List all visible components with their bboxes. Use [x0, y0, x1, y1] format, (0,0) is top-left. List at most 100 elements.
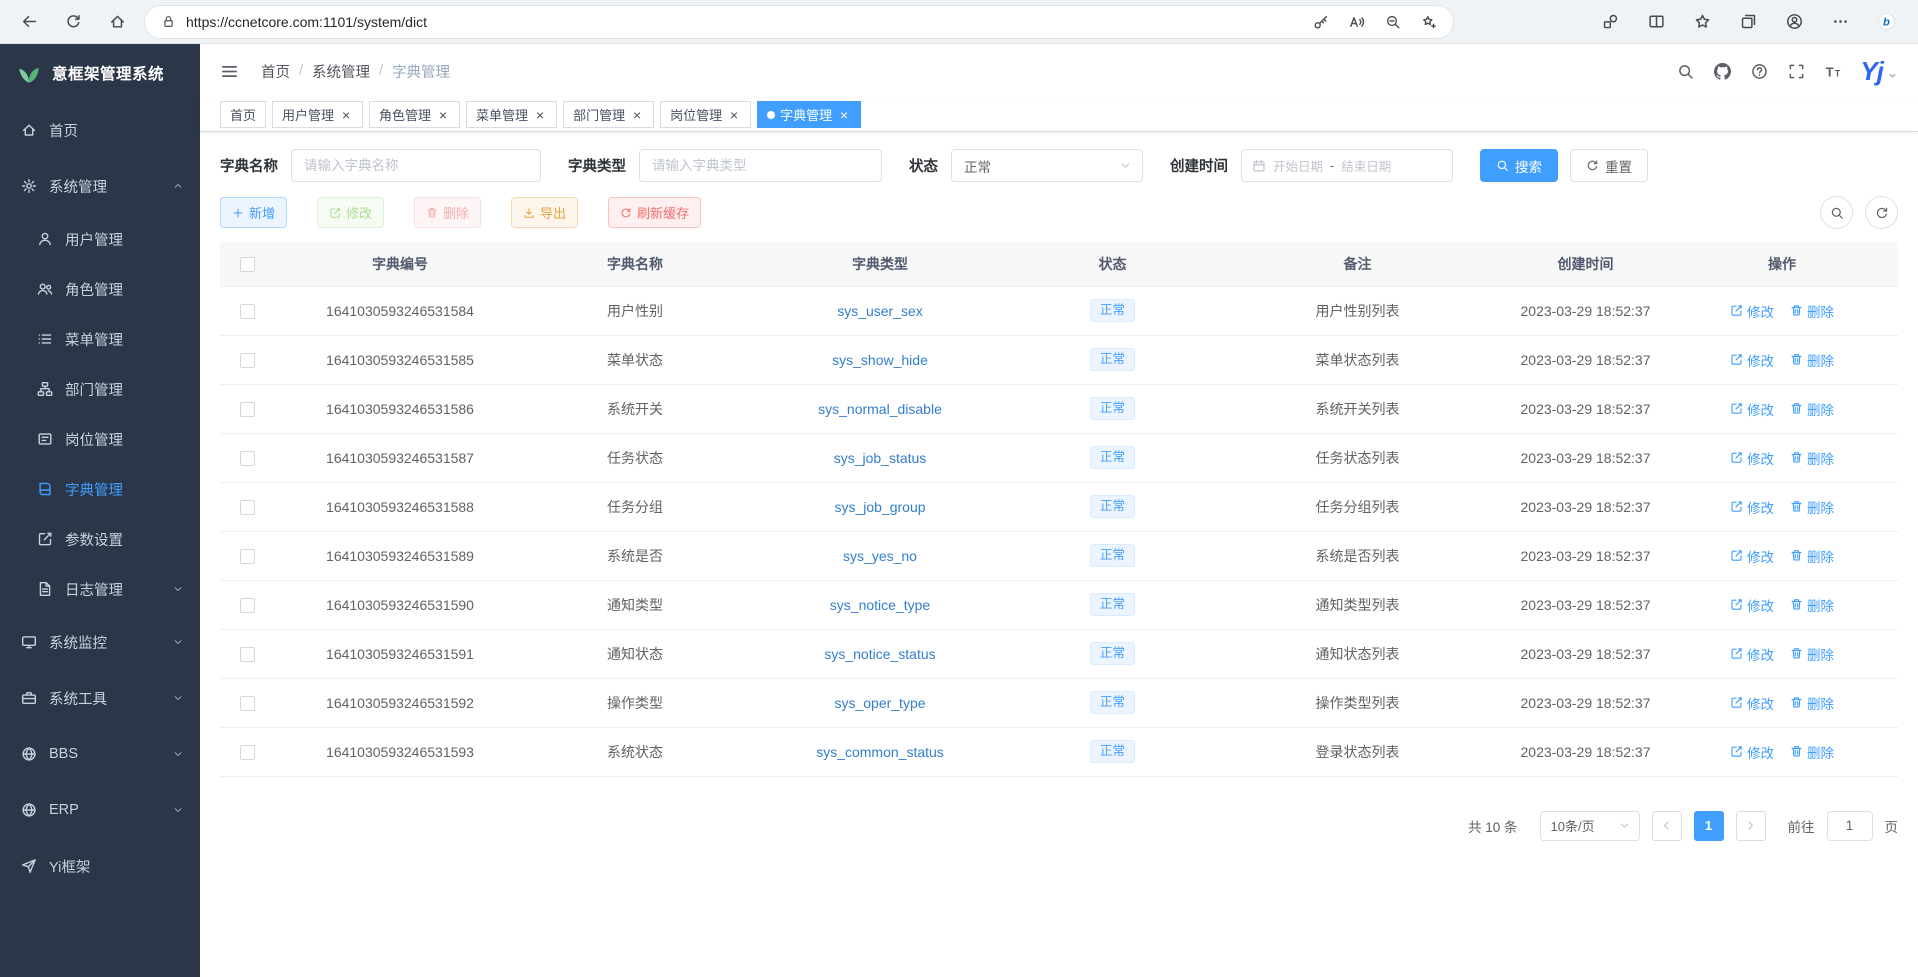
tab-菜单管理[interactable]: 菜单管理×	[466, 101, 557, 128]
row-delete-link[interactable]: 删除	[1790, 595, 1834, 615]
page-size-select[interactable]: 10条/页	[1540, 811, 1640, 841]
reload-button[interactable]	[54, 4, 92, 40]
sidebar-item-post[interactable]: 岗位管理	[0, 414, 200, 464]
goto-page-input[interactable]	[1827, 811, 1873, 841]
export-button[interactable]: 导出	[511, 197, 578, 228]
dict-type-link[interactable]: sys_notice_type	[830, 597, 930, 613]
close-icon[interactable]: ×	[339, 108, 353, 122]
collections-button[interactable]	[1730, 4, 1766, 40]
dict-name-input[interactable]	[291, 149, 541, 182]
row-delete-link[interactable]: 删除	[1790, 301, 1834, 321]
dict-type-link[interactable]: sys_job_group	[834, 499, 925, 515]
tab-岗位管理[interactable]: 岗位管理×	[660, 101, 751, 128]
yi-logo[interactable]: Yj	[1860, 56, 1883, 87]
font-size-button[interactable]: TT	[1825, 63, 1842, 80]
breadcrumb-item[interactable]: 首页	[261, 61, 290, 82]
dict-type-link[interactable]: sys_show_hide	[832, 352, 928, 368]
row-edit-link[interactable]: 修改	[1730, 301, 1774, 321]
row-edit-link[interactable]: 修改	[1730, 742, 1774, 762]
date-range-picker[interactable]: 开始日期 - 结束日期	[1241, 149, 1453, 182]
close-icon[interactable]: ×	[837, 108, 851, 122]
close-icon[interactable]: ×	[436, 108, 450, 122]
row-checkbox[interactable]	[240, 500, 255, 515]
star-add-button[interactable]	[1421, 14, 1437, 30]
add-button[interactable]: 新增	[220, 197, 287, 228]
back-button[interactable]	[10, 4, 48, 40]
row-edit-link[interactable]: 修改	[1730, 595, 1774, 615]
chevron-down-icon[interactable]	[1887, 70, 1898, 81]
shapes-button[interactable]	[1592, 4, 1628, 40]
dict-type-link[interactable]: sys_normal_disable	[818, 401, 942, 417]
row-edit-link[interactable]: 修改	[1730, 350, 1774, 370]
key-button[interactable]	[1313, 14, 1329, 30]
refresh-tool-button[interactable]	[1865, 196, 1898, 229]
row-checkbox[interactable]	[240, 451, 255, 466]
sidebar-item-role[interactable]: 角色管理	[0, 264, 200, 314]
read-aloud-button[interactable]	[1349, 14, 1365, 30]
row-delete-link[interactable]: 删除	[1790, 693, 1834, 713]
sidebar-item-dept[interactable]: 部门管理	[0, 364, 200, 414]
sidebar-item-tool[interactable]: 系统工具	[0, 670, 200, 726]
row-checkbox[interactable]	[240, 549, 255, 564]
row-checkbox[interactable]	[240, 402, 255, 417]
sidebar-item-system[interactable]: 系统管理	[0, 158, 200, 214]
row-delete-link[interactable]: 删除	[1790, 546, 1834, 566]
tab-字典管理[interactable]: 字典管理×	[757, 101, 861, 128]
sidebar-item-home[interactable]: 首页	[0, 102, 200, 158]
sidebar-item-config[interactable]: 参数设置	[0, 514, 200, 564]
dict-type-link[interactable]: sys_oper_type	[834, 695, 925, 711]
sidebar-item-bbs[interactable]: BBS	[0, 726, 200, 782]
row-checkbox[interactable]	[240, 647, 255, 662]
sidebar-item-dict[interactable]: 字典管理	[0, 464, 200, 514]
favorites-star-button[interactable]	[1684, 4, 1720, 40]
sidebar-item-user[interactable]: 用户管理	[0, 214, 200, 264]
row-edit-link[interactable]: 修改	[1730, 399, 1774, 419]
row-checkbox[interactable]	[240, 353, 255, 368]
split-screen-button[interactable]	[1638, 4, 1674, 40]
close-icon[interactable]: ×	[630, 108, 644, 122]
profile-avatar-button[interactable]	[1776, 4, 1812, 40]
dict-type-input[interactable]	[639, 149, 882, 182]
question-button[interactable]	[1751, 63, 1768, 80]
sidebar-item-log[interactable]: 日志管理	[0, 564, 200, 614]
row-delete-link[interactable]: 删除	[1790, 497, 1834, 517]
search-button[interactable]	[1677, 63, 1694, 80]
row-delete-link[interactable]: 删除	[1790, 644, 1834, 664]
tab-部门管理[interactable]: 部门管理×	[563, 101, 654, 128]
dict-type-link[interactable]: sys_common_status	[816, 744, 944, 760]
sidebar-item-erp[interactable]: ERP	[0, 782, 200, 838]
row-edit-link[interactable]: 修改	[1730, 546, 1774, 566]
delete-button[interactable]: 删除	[414, 197, 481, 228]
home-button[interactable]	[98, 4, 136, 40]
row-delete-link[interactable]: 删除	[1790, 448, 1834, 468]
row-edit-link[interactable]: 修改	[1730, 644, 1774, 664]
sidebar-item-monitor[interactable]: 系统监控	[0, 614, 200, 670]
zoom-out-button[interactable]	[1385, 14, 1401, 30]
close-icon[interactable]: ×	[533, 108, 547, 122]
close-icon[interactable]: ×	[727, 108, 741, 122]
dict-type-link[interactable]: sys_yes_no	[843, 548, 917, 564]
bing-button[interactable]: b	[1868, 4, 1904, 40]
row-checkbox[interactable]	[240, 696, 255, 711]
row-delete-link[interactable]: 删除	[1790, 399, 1834, 419]
more-button[interactable]	[1822, 4, 1858, 40]
row-delete-link[interactable]: 删除	[1790, 350, 1834, 370]
row-checkbox[interactable]	[240, 598, 255, 613]
current-page-button[interactable]: 1	[1694, 811, 1724, 841]
status-select[interactable]: 正常	[951, 149, 1143, 182]
github-button[interactable]	[1714, 63, 1731, 80]
sidebar-item-menu[interactable]: 菜单管理	[0, 314, 200, 364]
dict-type-link[interactable]: sys_user_sex	[837, 303, 923, 319]
address-bar[interactable]: https://ccnetcore.com:1101/system/dict	[144, 5, 1454, 39]
row-checkbox[interactable]	[240, 745, 255, 760]
tab-首页[interactable]: 首页	[220, 101, 266, 128]
prev-page-button[interactable]	[1652, 811, 1682, 841]
breadcrumb-item[interactable]: 系统管理	[312, 61, 370, 82]
select-all-checkbox[interactable]	[240, 257, 255, 272]
edit-button[interactable]: 修改	[317, 197, 384, 228]
tab-用户管理[interactable]: 用户管理×	[272, 101, 363, 128]
row-checkbox[interactable]	[240, 304, 255, 319]
dict-type-link[interactable]: sys_job_status	[834, 450, 927, 466]
hamburger-icon[interactable]	[220, 62, 239, 81]
row-edit-link[interactable]: 修改	[1730, 497, 1774, 517]
